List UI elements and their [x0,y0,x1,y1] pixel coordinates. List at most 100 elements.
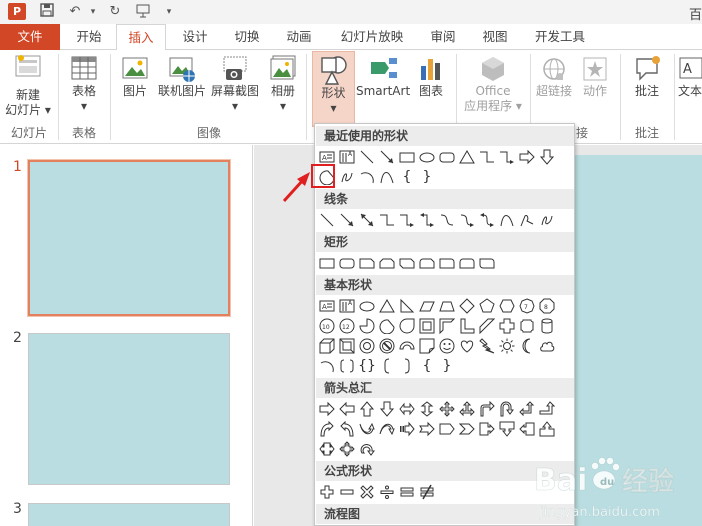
double-bracket-shape[interactable] [337,356,357,376]
vertical-textbox-shape[interactable]: A [337,147,357,167]
tab-slideshow[interactable]: 幻灯片放映 [334,24,410,50]
freeform-scribble-shape[interactable] [337,167,357,187]
left-arrow-shape[interactable] [337,399,357,419]
no-symbol-shape[interactable] [377,336,397,356]
round-diagonal-corner-rectangle-shape[interactable] [477,253,497,273]
right-triangle-shape[interactable] [397,296,417,316]
snip-single-corner-rectangle-shape[interactable] [357,253,377,273]
arc-shape[interactable] [357,167,377,187]
customize-icon[interactable]: ▾ [160,3,178,21]
curve-shape[interactable] [497,210,517,230]
u-turn-arrow-shape[interactable] [497,399,517,419]
redo-icon[interactable]: ↻ [106,3,124,21]
save-icon[interactable] [38,3,56,21]
hexagon-shape[interactable] [497,296,517,316]
slide-thumbnail-2[interactable] [28,333,230,485]
plus-sign-shape[interactable] [317,482,337,502]
chart-button[interactable]: 图表 [412,54,450,99]
right-brace-shape[interactable]: } [417,167,437,187]
online-picture-button[interactable]: 联机图片 [156,54,208,99]
slide-thumbnail-3[interactable] [28,503,230,526]
left-arrow-callout-shape[interactable] [517,419,537,439]
arc-shape[interactable] [317,356,337,376]
cloud-shape[interactable] [537,336,557,356]
quad-arrow-callout-shape[interactable] [337,439,357,459]
action-button[interactable]: 动作 [576,54,614,99]
text-button[interactable]: A 文本 [678,54,702,99]
left-right-up-arrow-shape[interactable] [457,399,477,419]
down-arrow-shape[interactable] [377,399,397,419]
tab-view[interactable]: 视图 [472,24,518,50]
right-brace-shape[interactable]: } [437,356,457,376]
triangle-shape[interactable] [457,147,477,167]
comment-button[interactable]: 批注 [626,54,668,99]
cube-shape[interactable] [317,336,337,356]
left-brace-shape[interactable]: { [397,167,417,187]
rectangle-shape[interactable] [317,253,337,273]
right-arrow-shape[interactable] [517,147,537,167]
picture-button[interactable]: 图片 [116,54,154,99]
plus-shape[interactable] [497,316,517,336]
curved-double-arrow-connector-shape[interactable] [477,210,497,230]
chevron-shape[interactable] [457,419,477,439]
up-arrow-callout-shape[interactable] [537,419,557,439]
curved-left-arrow-shape[interactable] [337,419,357,439]
bent-arrow-shape[interactable] [477,399,497,419]
tab-transitions[interactable]: 切换 [224,24,270,50]
curved-up-arrow-shape[interactable] [357,419,377,439]
can-shape[interactable] [537,316,557,336]
rounded-rectangle-shape[interactable] [337,253,357,273]
slide-thumbnail-panel[interactable]: 1 2 3 [0,145,253,526]
curved-down-arrow-shape[interactable] [377,419,397,439]
curve-shape[interactable] [377,167,397,187]
start-presentation-icon[interactable] [134,3,152,21]
right-bracket-shape[interactable] [397,356,417,376]
diagonal-stripe-shape[interactable] [477,316,497,336]
up-arrow-shape[interactable] [357,399,377,419]
left-bracket-shape[interactable] [377,356,397,376]
undo-icon[interactable]: ↶ [66,3,84,21]
textbox-shape[interactable]: A [317,296,337,316]
right-arrow-callout-shape[interactable] [477,419,497,439]
oval-shape[interactable] [417,147,437,167]
tab-insert[interactable]: 插入 [116,24,166,51]
trapezoid-shape[interactable] [437,296,457,316]
up-down-arrow-shape[interactable] [417,399,437,419]
down-arrow-callout-shape[interactable] [497,419,517,439]
shapes-button[interactable]: 形状 ▾ [312,54,355,116]
circular-arrow-shape[interactable] [357,439,377,459]
tab-home[interactable]: 开始 [66,24,112,50]
donut-shape[interactable] [357,336,377,356]
smiley-face-shape[interactable] [437,336,457,356]
undo-dropdown-icon[interactable]: ▾ [84,3,102,21]
left-up-arrow-shape[interactable] [517,399,537,419]
bent-up-arrow-shape[interactable] [537,399,557,419]
heart-shape[interactable] [457,336,477,356]
elbow-double-arrow-connector-shape[interactable] [417,210,437,230]
oval-shape[interactable] [357,296,377,316]
teardrop-shape[interactable] [397,316,417,336]
round-same-side-corner-rectangle-shape[interactable] [457,253,477,273]
scribble-shape[interactable] [537,210,557,230]
multiply-sign-shape[interactable] [357,482,377,502]
triangle-shape[interactable] [377,296,397,316]
vertical-textbox-shape[interactable]: A [337,296,357,316]
album-button[interactable]: 相册 ▾ [264,54,302,114]
down-arrow-shape[interactable] [537,147,557,167]
double-arrow-line-shape[interactable] [357,210,377,230]
half-frame-shape[interactable] [437,316,457,336]
folded-corner-shape[interactable] [417,336,437,356]
screenshot-button[interactable]: 屏幕截图 ▾ [208,54,262,114]
moon-shape[interactable] [517,336,537,356]
curved-right-arrow-shape[interactable] [317,419,337,439]
diamond-shape[interactable] [457,296,477,316]
elbow-connector-shape[interactable] [377,210,397,230]
right-arrow-shape[interactable] [317,399,337,419]
left-right-arrow-callout-shape[interactable] [317,439,337,459]
arrow-line-shape[interactable] [337,210,357,230]
elbow-arrow-connector-shape[interactable] [397,210,417,230]
line-shape[interactable] [317,210,337,230]
pentagon-arrow-shape[interactable] [437,419,457,439]
equal-sign-shape[interactable] [397,482,417,502]
snip-same-side-corner-rectangle-shape[interactable] [377,253,397,273]
